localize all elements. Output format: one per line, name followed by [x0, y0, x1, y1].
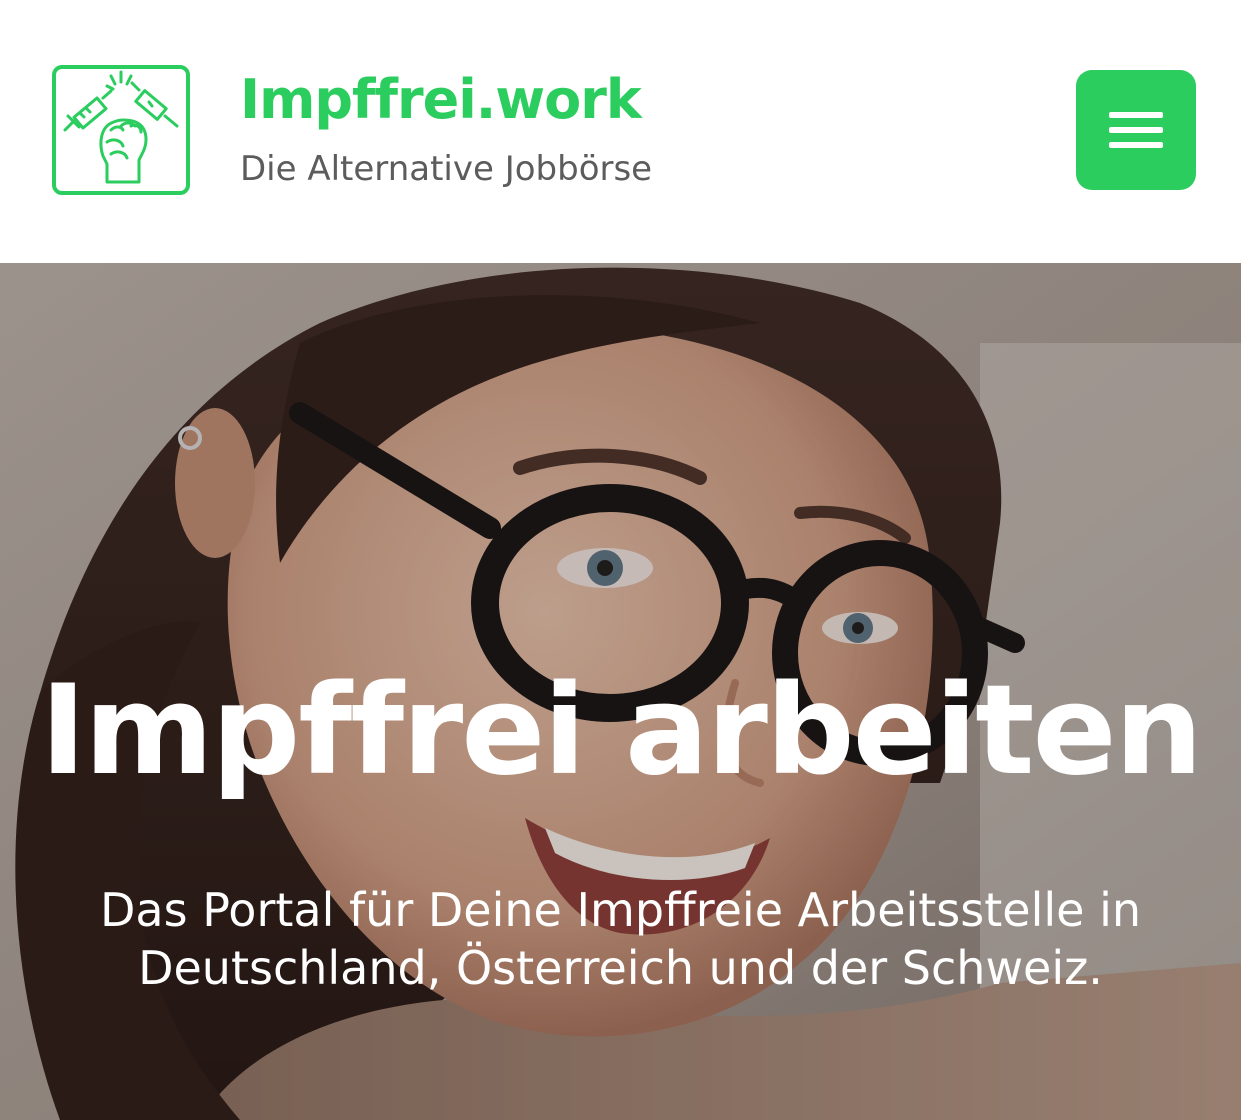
logo-link[interactable] [51, 64, 191, 196]
page: Impffrei.work Die Alternative Jobbörse I… [0, 0, 1241, 1120]
hero-section: Impffrei arbeiten Das Portal für Deine I… [0, 263, 1241, 1120]
site-header: Impffrei.work Die Alternative Jobbörse [0, 0, 1241, 263]
brand: Impffrei.work Die Alternative Jobbörse [240, 66, 652, 190]
site-title[interactable]: Impffrei.work [240, 66, 652, 134]
menu-button[interactable] [1076, 70, 1196, 190]
hero-subtitle-line-1: Das Portal für Deine Impffreie Arbeitsst… [100, 883, 1141, 937]
hero-subtitle-line-2: Deutschland, Österreich und der Schweiz. [138, 941, 1103, 995]
site-tagline: Die Alternative Jobbörse [240, 149, 653, 189]
hamburger-menu-icon [1109, 112, 1163, 148]
hero-title: Impffrei arbeiten [40, 659, 1203, 803]
hero-subtitle: Das Portal für Deine Impffreie Arbeitsst… [0, 881, 1241, 997]
syringe-broken-by-fist-icon [52, 65, 190, 195]
